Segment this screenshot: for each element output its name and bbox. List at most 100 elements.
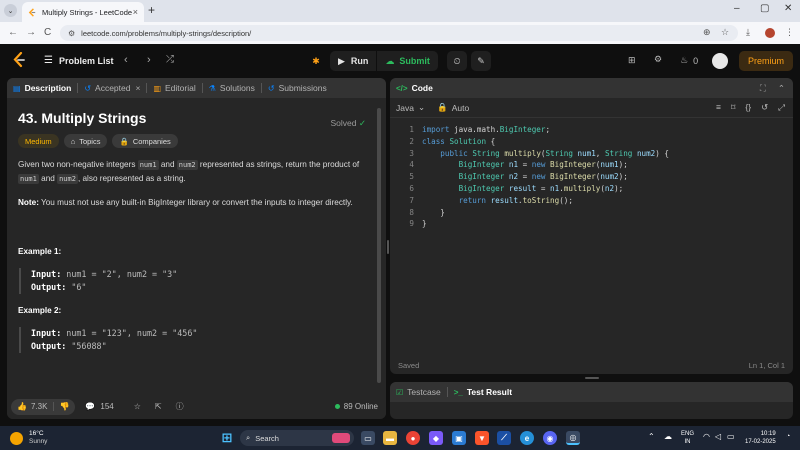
- zoom-icon[interactable]: ⊕: [703, 27, 711, 38]
- inline-code: num1: [137, 160, 159, 170]
- maximize-panel-icon[interactable]: ⛶: [760, 83, 766, 94]
- forward-icon[interactable]: →: [26, 27, 36, 38]
- taskbar-search[interactable]: ⌕ Search: [240, 430, 354, 446]
- clock-time: 10:19: [760, 431, 776, 437]
- auto-mode-toggle[interactable]: 🔒 Auto: [437, 102, 469, 113]
- output-value: "56088": [66, 341, 107, 351]
- copilot-icon[interactable]: ◆: [429, 431, 443, 445]
- example-title: Example 2:: [18, 306, 62, 315]
- url-input[interactable]: ⚙ leetcode.com/problems/multiply-strings…: [60, 25, 738, 41]
- timer-icon[interactable]: ⏲: [447, 51, 467, 71]
- shuffle-icon[interactable]: ⤮: [166, 54, 174, 65]
- download-icon[interactable]: ⤓: [746, 27, 750, 38]
- submit-button[interactable]: ☁ Submit: [376, 51, 438, 71]
- search-highlight-icon: [332, 433, 350, 443]
- cloud-icon[interactable]: ☁: [664, 432, 672, 441]
- back-icon[interactable]: ←: [8, 27, 18, 38]
- tab-description[interactable]: ▤ Description: [7, 78, 77, 98]
- browser-tab-strip: ⌄ Multiply Strings - LeetCode × + – ▢ ✕: [0, 0, 800, 22]
- comments-button[interactable]: 💬 154: [85, 402, 113, 411]
- description-scrollbar[interactable]: [377, 108, 381, 383]
- leetcode-logo-icon[interactable]: [12, 52, 26, 68]
- language-select[interactable]: Java ⌄: [396, 102, 425, 113]
- tab-solutions[interactable]: ⚗ Solutions: [203, 78, 261, 98]
- chrome-icon[interactable]: ●: [406, 431, 420, 445]
- tab-submissions[interactable]: ↺ Submissions: [262, 78, 333, 98]
- prev-problem-icon[interactable]: ‹: [124, 54, 128, 66]
- share-icon[interactable]: ⇱: [155, 402, 162, 411]
- line-number: 8: [409, 207, 414, 217]
- tab-editorial[interactable]: ▥ Editorial: [147, 78, 201, 98]
- search-icon: ⌕: [246, 433, 251, 442]
- browser-menu-icon[interactable]: ⋮: [785, 27, 794, 38]
- vertical-splitter-handle[interactable]: [387, 240, 389, 254]
- reset-icon[interactable]: ↺: [761, 102, 768, 113]
- weather-widget[interactable]: 16°C Sunny: [10, 430, 47, 446]
- comment-count: 154: [100, 402, 114, 411]
- notes-icon[interactable]: ✎: [471, 51, 491, 71]
- user-avatar[interactable]: [712, 53, 728, 69]
- address-bar-row: ← → C ⚙ leetcode.com/problems/multiply-s…: [0, 22, 800, 44]
- file-explorer-icon[interactable]: ▬: [383, 431, 397, 445]
- clock[interactable]: 10:19 17-02-2025: [745, 430, 776, 446]
- code-tab[interactable]: </> Code: [390, 78, 439, 98]
- fullscreen-icon[interactable]: ⤢: [778, 102, 785, 113]
- topics-tag[interactable]: ⌂ Topics: [63, 134, 108, 148]
- collapse-panel-icon[interactable]: ⌃: [778, 83, 785, 94]
- settings-gear-icon[interactable]: ⚙: [654, 54, 662, 65]
- premium-button[interactable]: Premium: [739, 51, 793, 71]
- chrome-active-icon[interactable]: ◎: [566, 431, 580, 445]
- favorite-star-icon[interactable]: ☆: [134, 402, 141, 411]
- braces-icon[interactable]: {}: [745, 102, 751, 113]
- thumbs-down-icon[interactable]: 👎: [53, 402, 69, 411]
- code-editor[interactable]: 1 2 3 4 5 6 7 8 9 import java.math.BigIn…: [390, 118, 793, 368]
- bookmark-star-icon[interactable]: ☆: [721, 27, 729, 38]
- horizontal-splitter-handle[interactable]: [585, 377, 599, 379]
- run-button[interactable]: ▶ Run: [330, 51, 376, 71]
- help-icon[interactable]: ⓘ: [176, 401, 184, 412]
- store-icon[interactable]: ▣: [452, 431, 466, 445]
- layout-icon[interactable]: ⊞: [628, 55, 636, 66]
- close-window-icon[interactable]: ✕: [784, 3, 792, 14]
- battery-icon[interactable]: ▭: [727, 432, 735, 441]
- format-icon[interactable]: ≡: [716, 102, 721, 113]
- discord-icon[interactable]: ◉: [543, 431, 557, 445]
- debug-icon[interactable]: ✱: [306, 51, 326, 71]
- edge-icon[interactable]: e: [520, 431, 534, 445]
- bookmark-icon[interactable]: ⌑: [731, 102, 735, 113]
- reload-icon[interactable]: C: [44, 27, 51, 38]
- streak-counter[interactable]: ♨ 0: [680, 55, 698, 66]
- site-info-icon[interactable]: ⚙: [68, 29, 75, 38]
- problem-title[interactable]: 43. Multiply Strings: [18, 111, 365, 125]
- brave-icon[interactable]: ▼: [475, 431, 489, 445]
- minimize-icon[interactable]: –: [734, 3, 740, 14]
- tab-accepted-label: Accepted: [95, 83, 131, 93]
- test-panel-tabs: ☑ Testcase >_ Test Result: [390, 382, 793, 402]
- notification-icon[interactable]: ◔: [786, 433, 790, 440]
- tab-testcase[interactable]: ☑ Testcase: [390, 382, 447, 402]
- next-problem-icon[interactable]: ›: [147, 54, 151, 66]
- tab-close-icon[interactable]: ×: [135, 83, 140, 93]
- code-line: }: [422, 207, 445, 217]
- run-label: Run: [350, 56, 369, 66]
- browser-tab[interactable]: Multiply Strings - LeetCode ×: [22, 2, 144, 22]
- tray-overflow-icon[interactable]: ⌃: [648, 432, 655, 441]
- task-view-icon[interactable]: ▭: [361, 431, 375, 445]
- new-tab-button[interactable]: +: [148, 3, 155, 17]
- tab-solutions-label: Solutions: [219, 83, 255, 93]
- profile-avatar[interactable]: [765, 28, 775, 38]
- windows-start-icon[interactable]: ⊞: [220, 430, 234, 445]
- companies-tag[interactable]: 🔒 Companies: [112, 134, 178, 148]
- wifi-icon[interactable]: ◠: [703, 432, 710, 441]
- volume-icon[interactable]: ◁: [715, 432, 721, 441]
- like-button[interactable]: 👍 7.3K 👎: [11, 398, 76, 415]
- maximize-icon[interactable]: ▢: [760, 3, 769, 14]
- code-line: class Solution {: [422, 136, 496, 146]
- tab-accepted[interactable]: ↺ Accepted ×: [78, 78, 146, 98]
- problem-list-button[interactable]: ☰ Problem List: [44, 55, 113, 66]
- tab-search-icon[interactable]: ⌄: [4, 4, 17, 17]
- tab-test-result[interactable]: >_ Test Result: [448, 382, 518, 402]
- vscode-icon[interactable]: ⟋: [497, 431, 511, 445]
- tab-close-icon[interactable]: ×: [133, 7, 138, 17]
- language-indicator[interactable]: ENG IN: [681, 430, 694, 446]
